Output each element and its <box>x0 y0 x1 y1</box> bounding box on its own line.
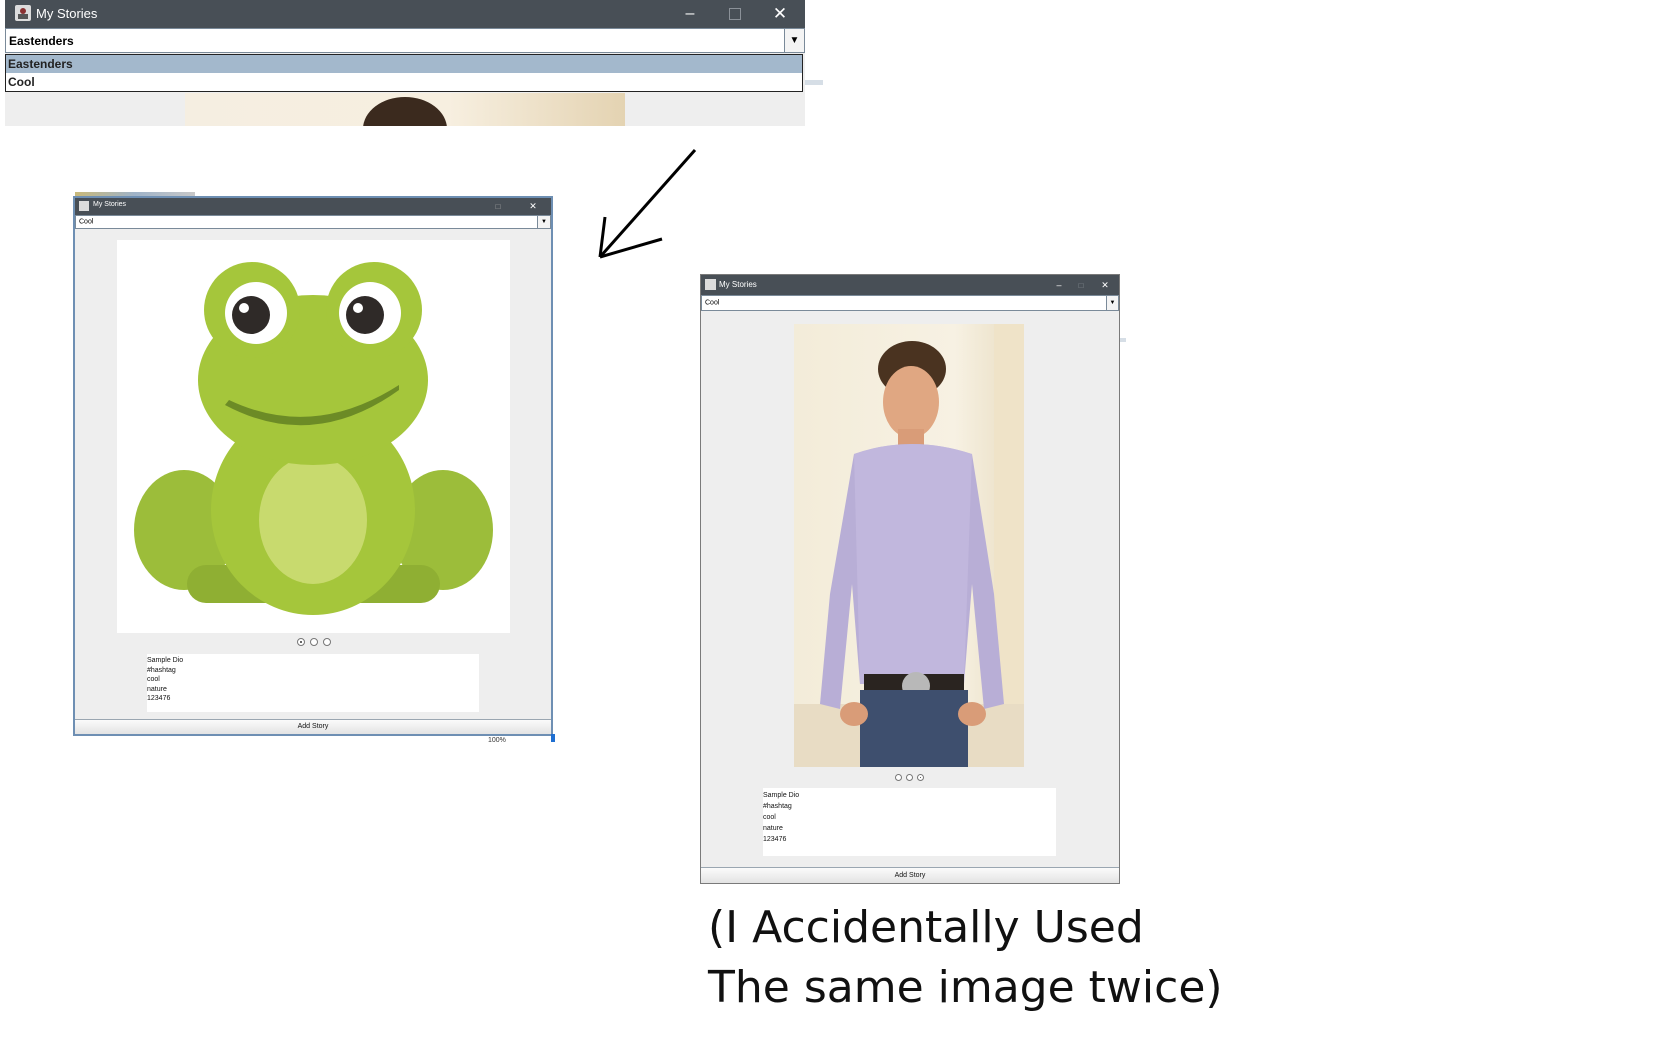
page-dot-2[interactable] <box>310 638 318 646</box>
app-icon <box>15 5 31 21</box>
chevron-down-icon[interactable]: ▼ <box>1106 296 1118 310</box>
story-selector-value: Eastenders <box>9 33 74 48</box>
caption-line-1: (I Accidentally Used <box>708 902 1144 953</box>
window-title: My Stories <box>93 201 127 208</box>
dropdown-option-label: Cool <box>8 75 35 89</box>
app-icon <box>79 201 89 211</box>
story-selector[interactable]: Eastenders ▼ <box>5 28 805 53</box>
close-icon[interactable]: ✕ <box>1097 275 1113 295</box>
minimize-icon[interactable]: – <box>1051 275 1067 295</box>
app-icon <box>705 279 716 290</box>
story-selector[interactable]: Cool ▼ <box>75 215 551 229</box>
maximize-icon[interactable]: □ <box>1073 275 1089 295</box>
window-title: My Stories <box>36 6 98 21</box>
dropdown-option-cool[interactable]: Cool <box>6 73 802 91</box>
story-image <box>117 240 510 633</box>
zoom-readout: 100% <box>488 737 506 744</box>
add-story-button[interactable]: Add Story <box>75 719 551 734</box>
caption-line-2: The same image twice) <box>708 962 1223 1013</box>
minimize-icon[interactable]: – <box>675 0 705 28</box>
page-dot-3[interactable] <box>323 638 331 646</box>
man-in-shirt-photo-icon <box>794 324 1024 767</box>
chevron-down-icon[interactable]: ▼ <box>537 216 550 228</box>
window-title: My Stories <box>719 280 757 289</box>
chevron-down-icon[interactable]: ▼ <box>784 29 804 52</box>
page-dot-3[interactable] <box>917 774 924 781</box>
maximize-icon[interactable] <box>720 0 750 28</box>
photo-window: My Stories – □ ✕ Cool ▼ Sample Dio #hash… <box>700 274 1120 884</box>
story-selector-value: Cool <box>79 218 94 226</box>
page-dot-1[interactable] <box>297 638 305 646</box>
story-selector[interactable]: Cool ▼ <box>701 295 1119 311</box>
photo-window-titlebar: My Stories – □ ✕ <box>701 275 1119 295</box>
frog-window-titlebar: My Stories □ ✕ <box>75 198 551 215</box>
frog-window: My Stories □ ✕ Cool ▼ Sample Dio #hashta… <box>73 196 553 736</box>
add-story-button[interactable]: Add Story <box>701 867 1119 883</box>
close-icon[interactable]: ✕ <box>765 0 795 28</box>
dropdown-option-label: Eastenders <box>8 57 73 71</box>
top-window: My Stories – ✕ Eastenders ▼ Eastenders C… <box>5 0 805 126</box>
dropdown-option-eastenders[interactable]: Eastenders <box>6 55 802 73</box>
story-description[interactable]: Sample Dio #hashtag cool nature 123476 <box>147 654 479 712</box>
window-edge <box>1120 338 1126 342</box>
story-description[interactable]: Sample Dio #hashtag cool nature 123476 <box>763 788 1056 856</box>
story-image <box>794 324 1024 767</box>
window-edge <box>805 80 823 85</box>
minimize-icon[interactable]: □ <box>490 198 506 215</box>
story-image-partial <box>185 93 625 126</box>
top-window-titlebar: My Stories – ✕ <box>5 0 805 28</box>
arrow-icon <box>598 149 697 259</box>
close-icon[interactable]: ✕ <box>525 198 541 215</box>
dropdown-list: Eastenders Cool <box>5 54 803 92</box>
story-selector-value: Cool <box>705 299 720 307</box>
blue-marker <box>551 734 555 742</box>
frog-icon <box>134 262 493 615</box>
page-dot-1[interactable] <box>895 774 902 781</box>
page-dot-2[interactable] <box>906 774 913 781</box>
